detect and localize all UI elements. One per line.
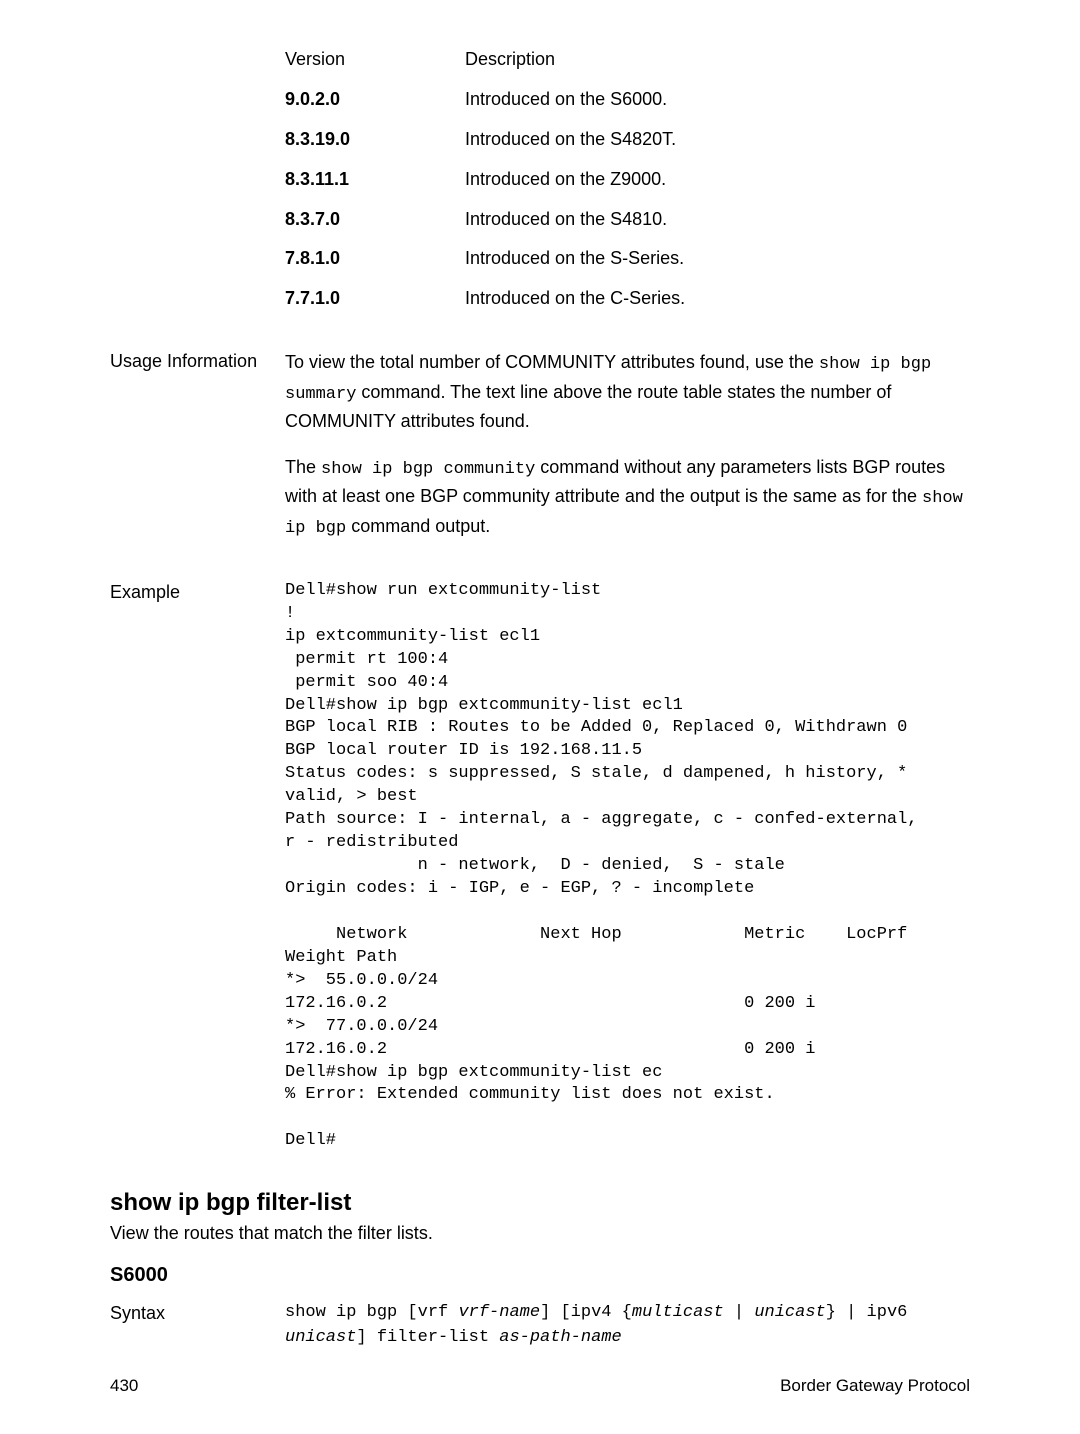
version-table: Version Description 9.0.2.0 Introduced o…: [285, 40, 970, 319]
syntax-param: multicast: [632, 1303, 724, 1322]
syntax-section: Syntax show ip bgp [vrf vrf-name] [ipv4 …: [110, 1301, 970, 1350]
syntax-text: } | ipv6: [826, 1303, 908, 1322]
platform-heading: S6000: [110, 1264, 970, 1287]
example-label: Example: [110, 580, 285, 605]
command-heading: show ip bgp filter-list: [110, 1189, 970, 1217]
table-row: 8.3.19.0 Introduced on the S4820T.: [285, 120, 970, 160]
table-row: 8.3.11.1 Introduced on the Z9000.: [285, 160, 970, 200]
version-history-content: Version Description 9.0.2.0 Introduced o…: [285, 40, 970, 319]
version-history-section: Version Description 9.0.2.0 Introduced o…: [110, 40, 970, 319]
version-cell: 7.7.1.0: [285, 288, 340, 308]
usage-information-label: Usage Information: [110, 349, 285, 374]
text: command. The text line above the route t…: [285, 382, 891, 431]
syntax-text: ] filter-list: [356, 1328, 499, 1347]
table-row: 7.7.1.0 Introduced on the C-Series.: [285, 279, 970, 319]
page-number: 430: [110, 1376, 138, 1396]
version-cell: 7.8.1.0: [285, 248, 340, 268]
description-cell: Introduced on the S4810.: [465, 209, 667, 229]
syntax-text: [vrf: [407, 1303, 458, 1322]
usage-information-content: To view the total number of COMMUNITY at…: [285, 349, 970, 560]
version-header: Version: [285, 49, 345, 69]
description-cell: Introduced on the S-Series.: [465, 248, 684, 268]
text: To view the total number of COMMUNITY at…: [285, 352, 819, 372]
command-description: View the routes that match the filter li…: [110, 1223, 970, 1244]
description-cell: Introduced on the Z9000.: [465, 169, 666, 189]
usage-paragraph-2: The show ip bgp community command withou…: [285, 454, 970, 542]
version-cell: 8.3.19.0: [285, 129, 350, 149]
text: command output.: [346, 516, 490, 536]
code-inline: show ip bgp community: [321, 460, 535, 479]
syntax-label: Syntax: [110, 1301, 285, 1326]
description-cell: Introduced on the C-Series.: [465, 288, 685, 308]
example-content: Dell#show run extcommunity-list ! ip ext…: [285, 580, 970, 1153]
syntax-text: ] [ipv4 {: [540, 1303, 632, 1322]
syntax-param: vrf-name: [458, 1303, 540, 1322]
version-cell: 8.3.11.1: [285, 169, 349, 189]
table-row: 7.8.1.0 Introduced on the S-Series.: [285, 239, 970, 279]
version-cell: 9.0.2.0: [285, 89, 340, 109]
example-code-block: Dell#show run extcommunity-list ! ip ext…: [285, 580, 970, 1153]
example-section: Example Dell#show run extcommunity-list …: [110, 580, 970, 1153]
page-footer: 430 Border Gateway Protocol: [110, 1376, 970, 1396]
syntax-text: |: [724, 1303, 755, 1322]
chapter-title: Border Gateway Protocol: [780, 1376, 970, 1396]
syntax-param: as-path-name: [499, 1328, 621, 1347]
syntax-param: unicast: [754, 1303, 825, 1322]
usage-paragraph-1: To view the total number of COMMUNITY at…: [285, 349, 970, 436]
text: The: [285, 457, 321, 477]
description-cell: Introduced on the S6000.: [465, 89, 667, 109]
syntax-param: unicast: [285, 1328, 356, 1347]
syntax-text: show ip bgp: [285, 1303, 407, 1322]
syntax-content: show ip bgp [vrf vrf-name] [ipv4 {multic…: [285, 1301, 970, 1350]
version-cell: 8.3.7.0: [285, 209, 340, 229]
table-row: 9.0.2.0 Introduced on the S6000.: [285, 80, 970, 120]
table-row: 8.3.7.0 Introduced on the S4810.: [285, 200, 970, 240]
usage-information-section: Usage Information To view the total numb…: [110, 349, 970, 560]
description-cell: Introduced on the S4820T.: [465, 129, 676, 149]
version-table-header-row: Version Description: [285, 40, 970, 80]
description-header: Description: [465, 49, 555, 69]
